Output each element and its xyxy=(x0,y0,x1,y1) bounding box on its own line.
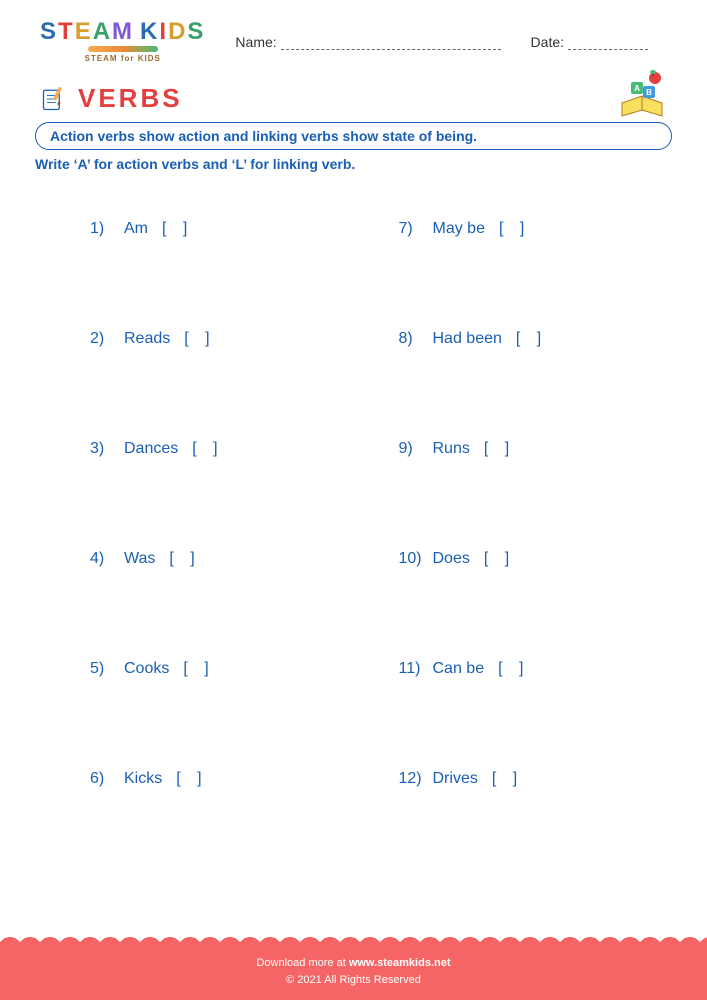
logo-subtext: STEAM for KIDS xyxy=(85,54,161,63)
date-input-line[interactable] xyxy=(568,36,648,50)
question-item: 7) May be [ ] xyxy=(399,202,668,312)
answer-bracket[interactable]: [ ] xyxy=(192,440,223,458)
answer-bracket[interactable]: [ ] xyxy=(516,330,547,348)
answer-bracket[interactable]: [ ] xyxy=(176,770,207,788)
title-row: VERBS A B xyxy=(0,73,707,122)
question-item: 8) Had been [ ] xyxy=(399,312,668,422)
question-item: 4) Was [ ] xyxy=(90,532,359,642)
question-number: 12) xyxy=(399,770,425,788)
book-abc-icon: A B xyxy=(617,68,667,118)
question-item: 5) Cooks [ ] xyxy=(90,642,359,752)
answer-bracket[interactable]: [ ] xyxy=(492,770,523,788)
question-word: Was xyxy=(124,550,155,568)
instruction-line: Write ‘A’ for action verbs and ‘L’ for l… xyxy=(35,156,672,172)
answer-bracket[interactable]: [ ] xyxy=(499,220,530,238)
footer: Download more at www.steamkids.net © 202… xyxy=(0,931,707,1000)
question-word: Drives xyxy=(433,770,478,788)
pencil-paper-icon xyxy=(40,85,68,113)
instruction-box-text: Action verbs show action and linking ver… xyxy=(50,128,477,144)
question-number: 2) xyxy=(90,330,116,348)
question-word: Cooks xyxy=(124,660,169,678)
question-item: 12) Drives [ ] xyxy=(399,752,668,862)
logo: STEAM KIDS STEAM for KIDS xyxy=(40,20,205,63)
question-word: Does xyxy=(433,550,470,568)
footer-download-text: Download more at xyxy=(256,957,348,969)
question-number: 5) xyxy=(90,660,116,678)
question-word: May be xyxy=(433,220,485,238)
question-item: 6) Kicks [ ] xyxy=(90,752,359,862)
name-input-line[interactable] xyxy=(281,36,501,50)
worksheet-title: VERBS xyxy=(78,83,183,114)
question-number: 7) xyxy=(399,220,425,238)
answer-bracket[interactable]: [ ] xyxy=(183,660,214,678)
answer-bracket[interactable]: [ ] xyxy=(484,440,515,458)
question-word: Can be xyxy=(433,660,485,678)
question-item: 11) Can be [ ] xyxy=(399,642,668,752)
questions-grid: 1) Am [ ] 7) May be [ ] 2) Reads [ ] 8) … xyxy=(0,192,707,862)
name-field: Name: xyxy=(235,34,500,50)
svg-text:A: A xyxy=(634,84,640,93)
question-item: 2) Reads [ ] xyxy=(90,312,359,422)
question-number: 1) xyxy=(90,220,116,238)
question-number: 3) xyxy=(90,440,116,458)
question-number: 4) xyxy=(90,550,116,568)
question-number: 11) xyxy=(399,660,425,678)
logo-main-text: STEAM KIDS xyxy=(40,20,205,44)
footer-scallop-icon xyxy=(0,931,707,949)
question-number: 9) xyxy=(399,440,425,458)
answer-bracket[interactable]: [ ] xyxy=(484,550,515,568)
footer-line1: Download more at www.steamkids.net xyxy=(0,955,707,973)
question-word: Dances xyxy=(124,440,178,458)
date-label: Date: xyxy=(531,34,564,50)
footer-copyright: © 2021 All Rights Reserved xyxy=(0,972,707,990)
question-item: 3) Dances [ ] xyxy=(90,422,359,532)
question-word: Runs xyxy=(433,440,470,458)
question-item: 9) Runs [ ] xyxy=(399,422,668,532)
footer-bar: Download more at www.steamkids.net © 202… xyxy=(0,949,707,1000)
answer-bracket[interactable]: [ ] xyxy=(498,660,529,678)
question-item: 1) Am [ ] xyxy=(90,202,359,312)
instruction-box: Action verbs show action and linking ver… xyxy=(35,122,672,150)
question-word: Kicks xyxy=(124,770,162,788)
date-field: Date: xyxy=(531,34,648,50)
name-label: Name: xyxy=(235,34,276,50)
logo-underline-icon xyxy=(88,46,158,52)
answer-bracket[interactable]: [ ] xyxy=(169,550,200,568)
question-item: 10) Does [ ] xyxy=(399,532,668,642)
header-row: STEAM KIDS STEAM for KIDS Name: Date: xyxy=(0,0,707,73)
footer-url: www.steamkids.net xyxy=(349,957,451,969)
name-date-fields: Name: Date: xyxy=(235,34,667,50)
question-word: Had been xyxy=(433,330,502,348)
svg-text:B: B xyxy=(646,88,652,97)
question-number: 6) xyxy=(90,770,116,788)
question-number: 10) xyxy=(399,550,425,568)
question-number: 8) xyxy=(399,330,425,348)
question-word: Reads xyxy=(124,330,170,348)
answer-bracket[interactable]: [ ] xyxy=(184,330,215,348)
answer-bracket[interactable]: [ ] xyxy=(162,220,193,238)
question-word: Am xyxy=(124,220,148,238)
